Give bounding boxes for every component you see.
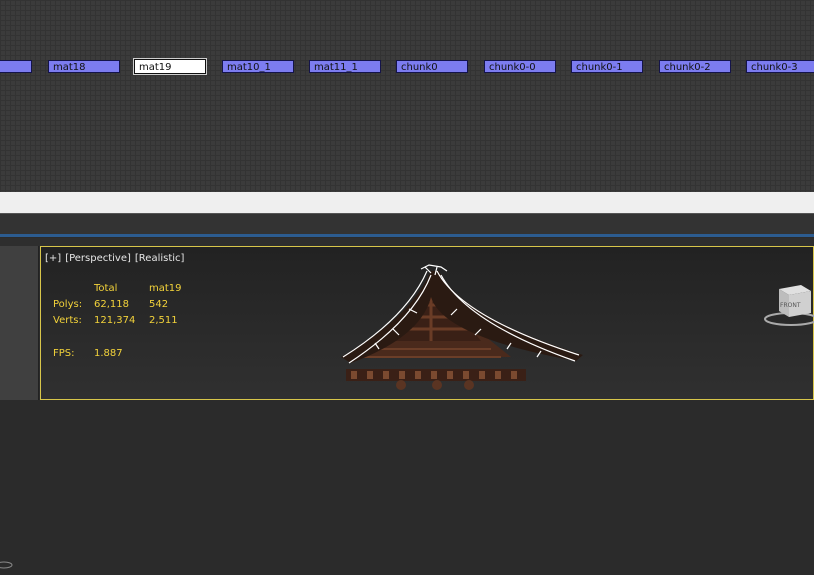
schematic-node[interactable]	[0, 60, 32, 73]
schematic-node-mat11-1[interactable]: mat11_1	[309, 60, 381, 73]
viewport-label: [+] [Perspective] [Realistic]	[45, 253, 188, 264]
schematic-view[interactable]: mat18 mat19 mat10_1 mat11_1 chunk0 chunk…	[0, 0, 814, 192]
temple-roof-model[interactable]	[291, 257, 621, 407]
viewcube-front-label: FRONT	[780, 302, 801, 309]
schematic-node-mat10-1[interactable]: mat10_1	[222, 60, 294, 73]
stats-header-total: Total	[94, 283, 118, 294]
timeline-track[interactable]	[0, 234, 814, 237]
status-strip	[0, 192, 814, 213]
stats-verts-total: 121,374	[94, 315, 136, 326]
stats-polys-label: Polys:	[53, 299, 83, 310]
stats-polys-total: 62,118	[94, 299, 129, 310]
fps-overlay: FPS: 1.887	[53, 348, 123, 359]
viewport-separator	[0, 238, 814, 246]
axis-gizmo-icon	[0, 558, 16, 572]
left-viewport[interactable]	[0, 246, 39, 569]
viewport-menu-plus[interactable]: [+]	[45, 253, 61, 264]
stats-verts-selected: 2,511	[149, 315, 178, 326]
schematic-node-mat18[interactable]: mat18	[48, 60, 120, 73]
schematic-node-chunk0[interactable]: chunk0	[396, 60, 468, 73]
stats-verts-label: Verts:	[53, 315, 82, 326]
schematic-node-chunk0-1[interactable]: chunk0-1	[571, 60, 643, 73]
schematic-node-chunk0-0[interactable]: chunk0-0	[484, 60, 556, 73]
stats-header-selected: mat19	[149, 283, 182, 294]
perspective-viewport[interactable]: [+] [Perspective] [Realistic] Total mat19 …	[40, 246, 814, 400]
fps-value: 1.887	[94, 348, 123, 359]
fps-label: FPS:	[53, 348, 75, 359]
statistics-overlay: Total mat19 Polys: 62,118 542 Verts: 121…	[53, 283, 199, 331]
viewcube[interactable]: FRONT	[761, 281, 814, 331]
viewport-menu-shading[interactable]: [Realistic]	[135, 253, 185, 264]
schematic-node-mat19[interactable]: mat19	[133, 58, 207, 75]
viewport-menu-view[interactable]: [Perspective]	[65, 253, 131, 264]
schematic-node-chunk0-2[interactable]: chunk0-2	[659, 60, 731, 73]
schematic-node-chunk0-3[interactable]: chunk0-3	[746, 60, 814, 73]
stats-polys-selected: 542	[149, 299, 169, 310]
